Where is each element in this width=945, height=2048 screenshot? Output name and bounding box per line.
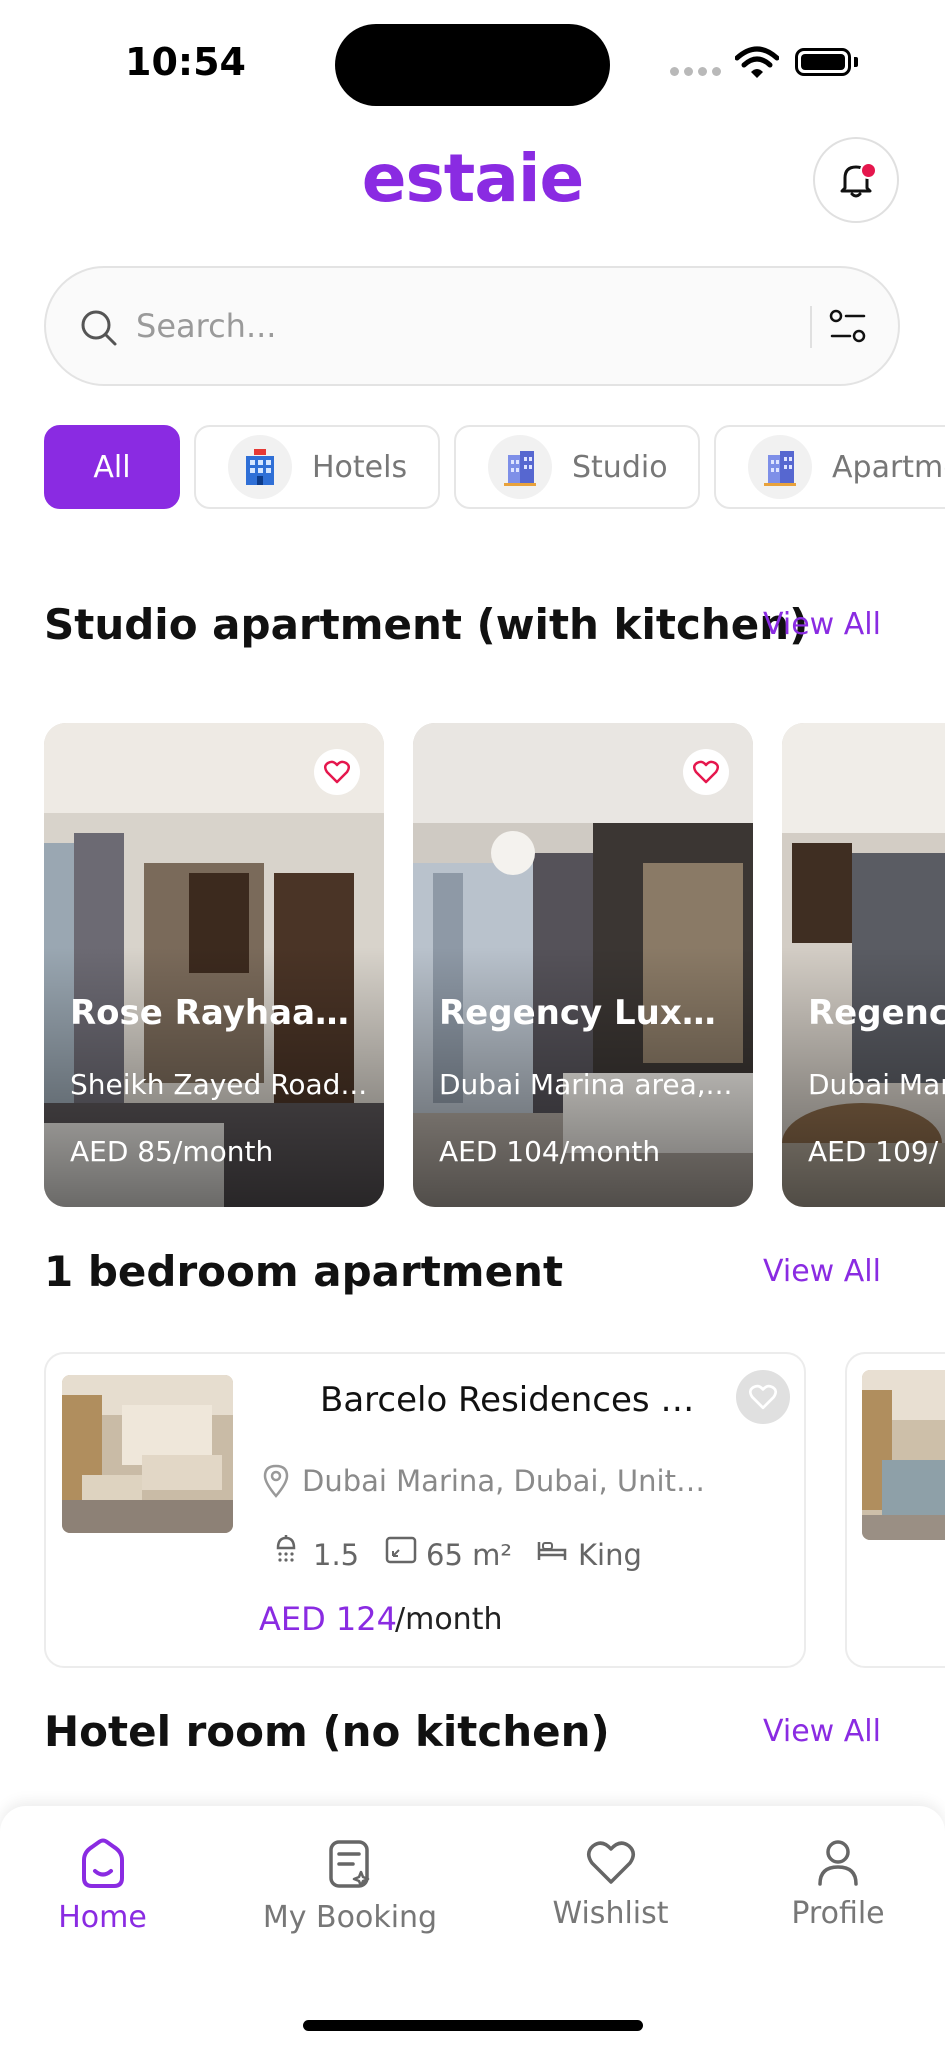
section-title-studio: Studio apartment (with kitchen) — [44, 600, 809, 649]
home-indicator — [303, 2020, 643, 2031]
chip-label: Studio — [572, 449, 668, 485]
nav-label: Home — [58, 1900, 147, 1935]
studio-building-icon — [488, 435, 552, 499]
nav-label: Profile — [791, 1896, 885, 1931]
listing-location: Dubai Marina area,... — [439, 1068, 733, 1101]
nav-label: Wishlist — [552, 1896, 669, 1931]
nav-profile[interactable]: Profile — [783, 1838, 893, 1931]
filter-icon[interactable] — [828, 306, 868, 346]
price-period: /month — [395, 1602, 503, 1637]
wishlist-button[interactable] — [314, 749, 360, 795]
studio-card[interactable]: Regency Dubai Mar AED 109/ — [782, 723, 945, 1207]
bed-icon — [537, 1542, 567, 1560]
home-icon — [81, 1838, 124, 1888]
listing-price: AED 124 — [259, 1600, 397, 1638]
battery-icon — [795, 48, 851, 76]
search-icon — [81, 310, 117, 346]
apartment-building-icon — [748, 435, 812, 499]
search-divider — [810, 306, 812, 348]
listing-name: Barcelo Residences Dub... — [320, 1380, 720, 1420]
area-value: 65 m² — [426, 1538, 512, 1572]
booking-icon — [329, 1840, 370, 1888]
listing-name: Regency — [808, 993, 945, 1033]
bottom-navigation: Home My Booking Wishlist Profile — [0, 1806, 945, 2048]
listing-price: AED 109/ — [808, 1135, 939, 1168]
listing-name: Regency Luxury ... — [439, 993, 739, 1033]
listing-photo — [62, 1375, 233, 1533]
nav-wishlist[interactable]: Wishlist — [548, 1838, 673, 1931]
heart-icon — [586, 1841, 635, 1884]
status-time: 10:54 — [125, 40, 246, 84]
listing-location: Sheikh Zayed Road... — [70, 1068, 368, 1101]
view-all-bedroom-link[interactable]: View All — [763, 1254, 881, 1289]
app-logo: estaie — [361, 140, 585, 217]
category-chip-apartment[interactable]: Apartme — [714, 425, 945, 509]
chip-label: Hotels — [312, 449, 408, 485]
battery-tip — [854, 57, 858, 67]
listing-price: AED 104/month — [439, 1135, 661, 1168]
heart-icon — [324, 760, 350, 784]
dynamic-island — [335, 24, 610, 106]
category-chip-studio[interactable]: Studio — [454, 425, 700, 509]
nav-home[interactable]: Home — [50, 1838, 155, 1935]
chip-label: All — [93, 449, 131, 485]
listing-location: Dubai Marina, Dubai, United A... — [302, 1464, 722, 1498]
nav-label: My Booking — [262, 1900, 438, 1935]
category-chip-hotels[interactable]: Hotels — [194, 425, 440, 509]
studio-card[interactable]: Regency Luxury ... Dubai Marina area,...… — [413, 723, 753, 1207]
notifications-button[interactable] — [813, 137, 899, 223]
wishlist-button[interactable] — [736, 1370, 790, 1424]
category-chip-all[interactable]: All — [44, 425, 180, 509]
notification-dot — [860, 162, 877, 179]
view-all-hotel-link[interactable]: View All — [763, 1714, 881, 1749]
listing-price: AED 85/month — [70, 1135, 274, 1168]
shower-icon — [276, 1535, 296, 1562]
section-title-hotel: Hotel room (no kitchen) — [44, 1707, 610, 1756]
heart-icon — [749, 1384, 777, 1410]
search-input[interactable] — [136, 296, 776, 356]
view-all-studio-link[interactable]: View All — [763, 607, 881, 642]
profile-icon — [818, 1840, 858, 1886]
wishlist-button[interactable] — [683, 749, 729, 795]
bathrooms-value: 1.5 — [313, 1538, 360, 1572]
section-title-bedroom: 1 bedroom apartment — [44, 1247, 564, 1296]
bed-type-value: King — [578, 1538, 642, 1572]
wifi-icon — [735, 46, 779, 78]
heart-icon — [693, 760, 719, 784]
listing-location: Dubai Mar — [808, 1068, 945, 1101]
listing-photo — [862, 1370, 945, 1540]
cellular-signal-icon — [670, 67, 721, 76]
nav-my-booking[interactable]: My Booking — [262, 1838, 438, 1935]
listing-name: Rose Rayhaan by... — [70, 993, 370, 1033]
studio-card[interactable]: Rose Rayhaan by... Sheikh Zayed Road... … — [44, 723, 384, 1207]
area-icon — [385, 1536, 417, 1564]
location-pin-icon — [263, 1464, 289, 1498]
chip-label: Apartme — [832, 449, 945, 485]
hotel-building-icon — [228, 435, 292, 499]
